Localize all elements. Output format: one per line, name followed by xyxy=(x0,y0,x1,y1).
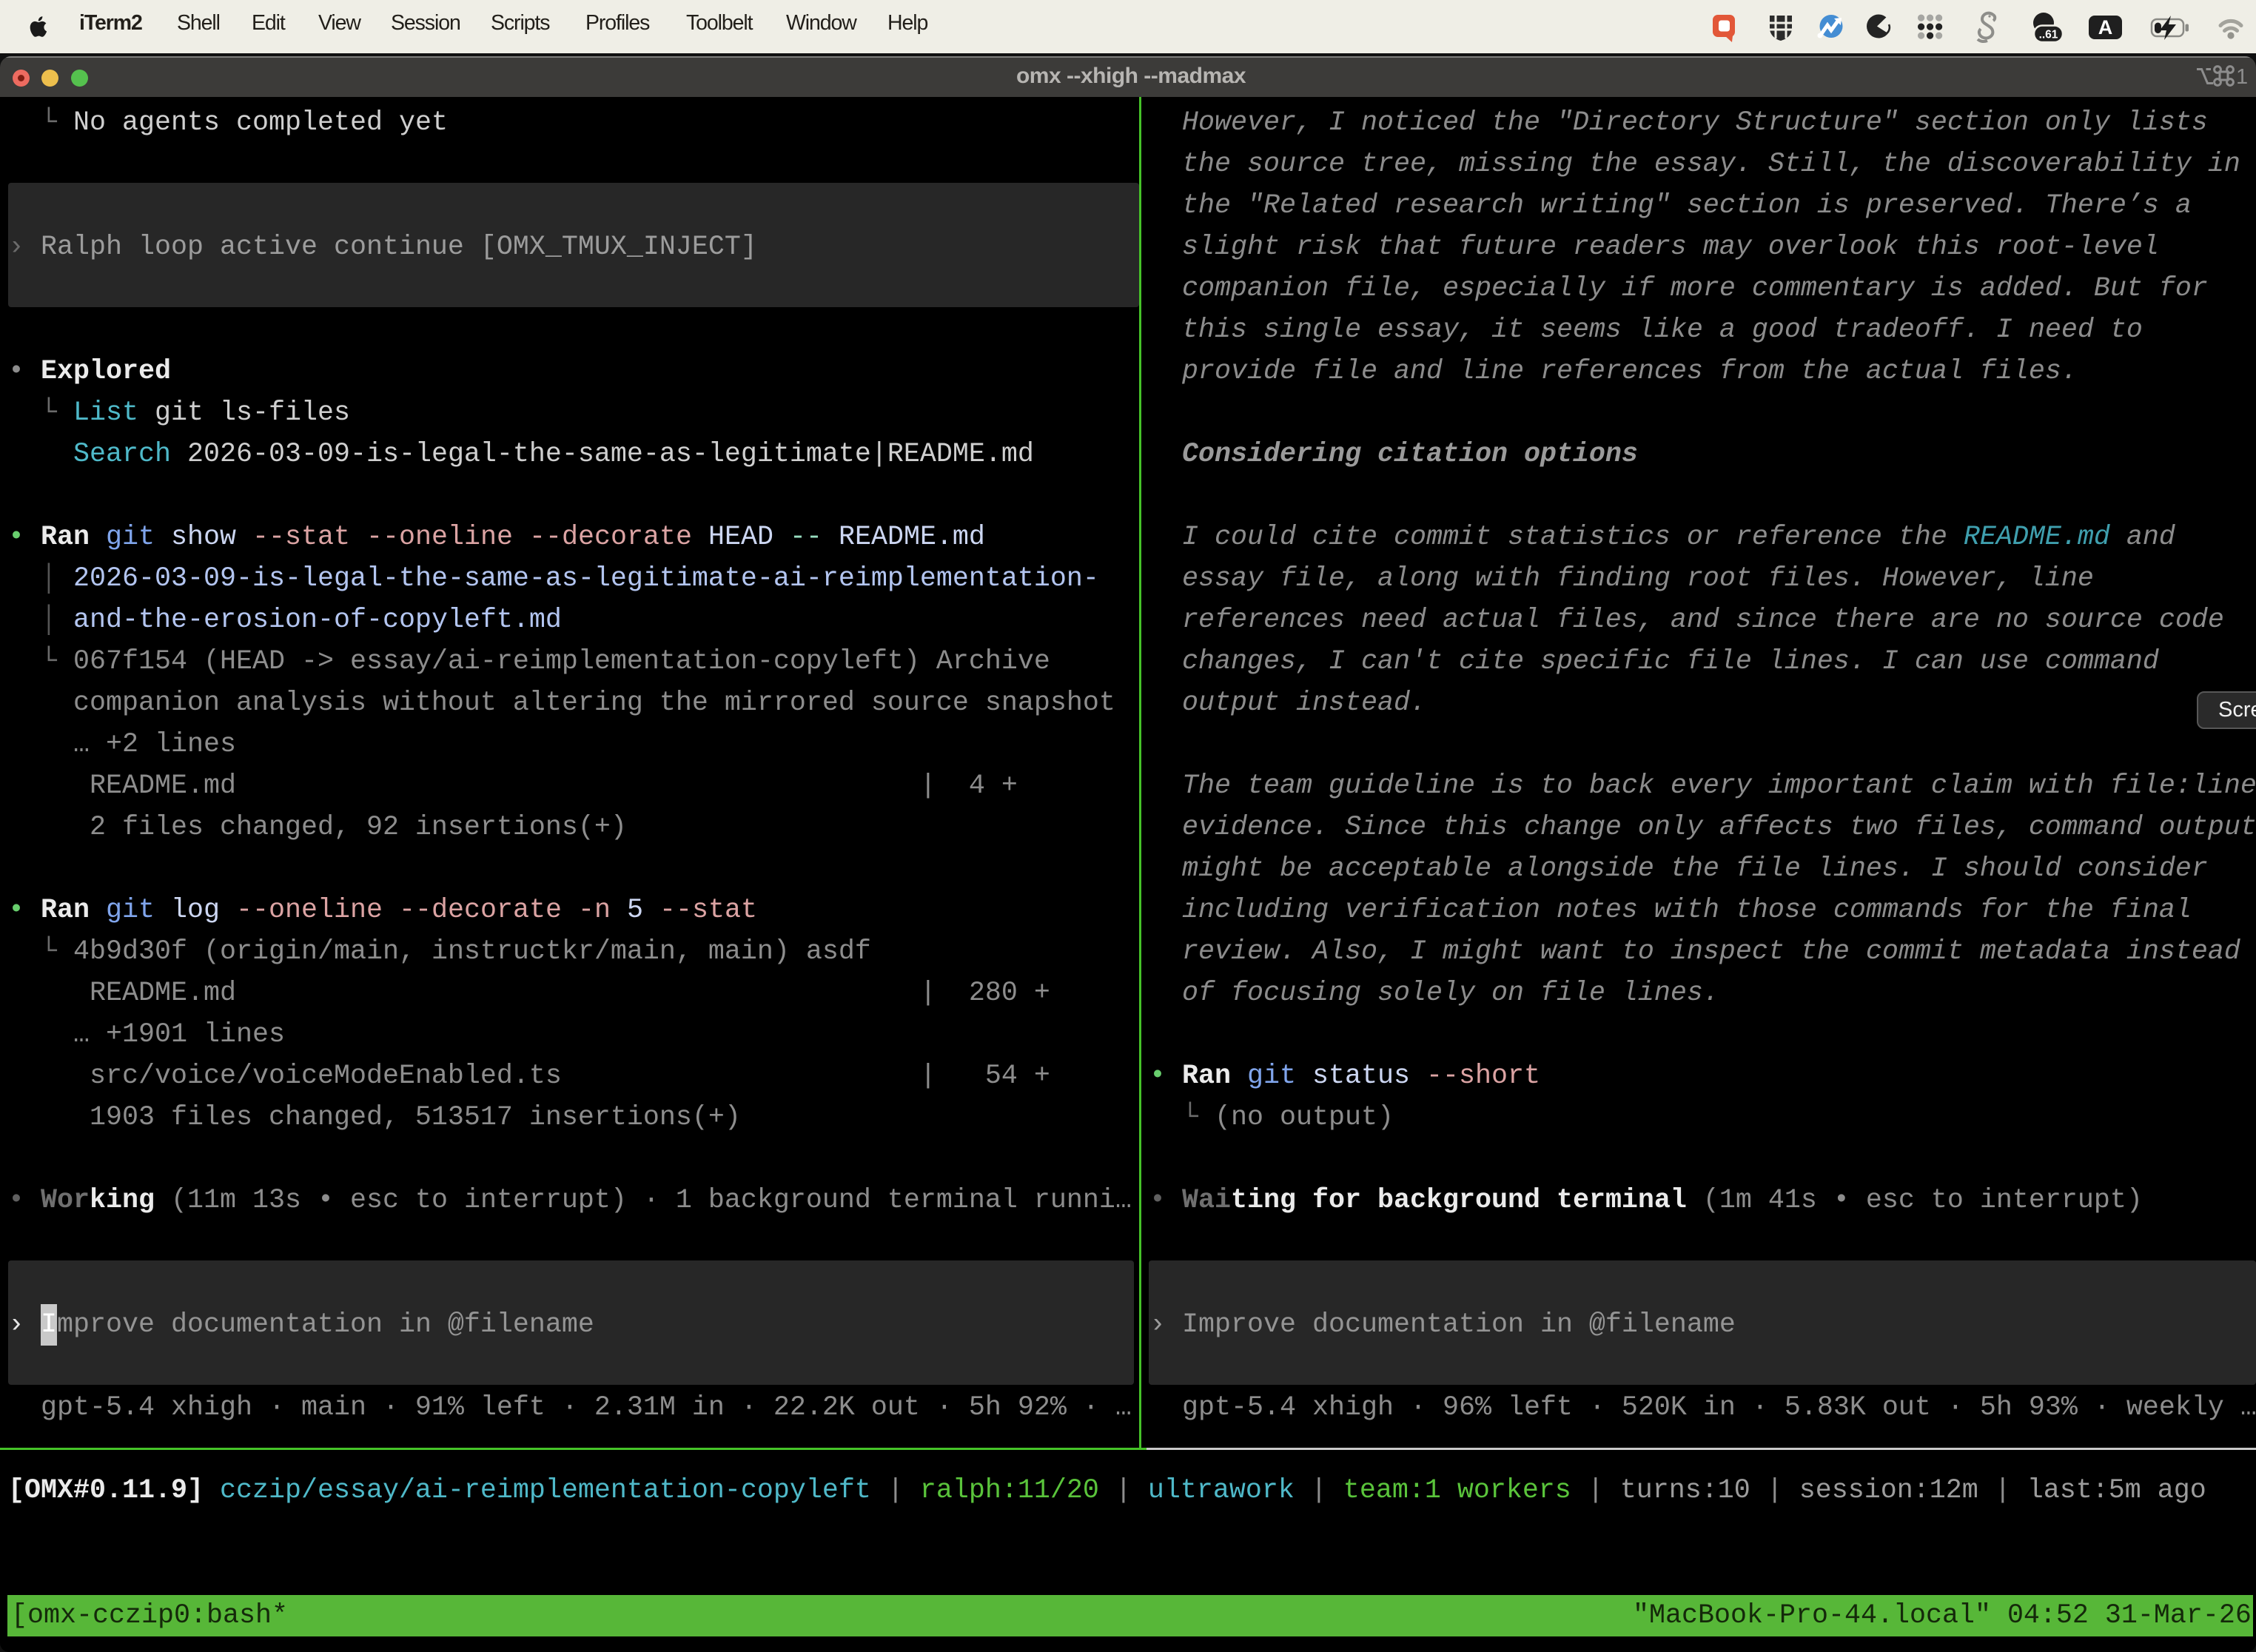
svg-text:1: 1 xyxy=(2236,65,2247,89)
svg-text:..61: ..61 xyxy=(2039,29,2058,41)
svg-text:A: A xyxy=(2098,16,2113,38)
